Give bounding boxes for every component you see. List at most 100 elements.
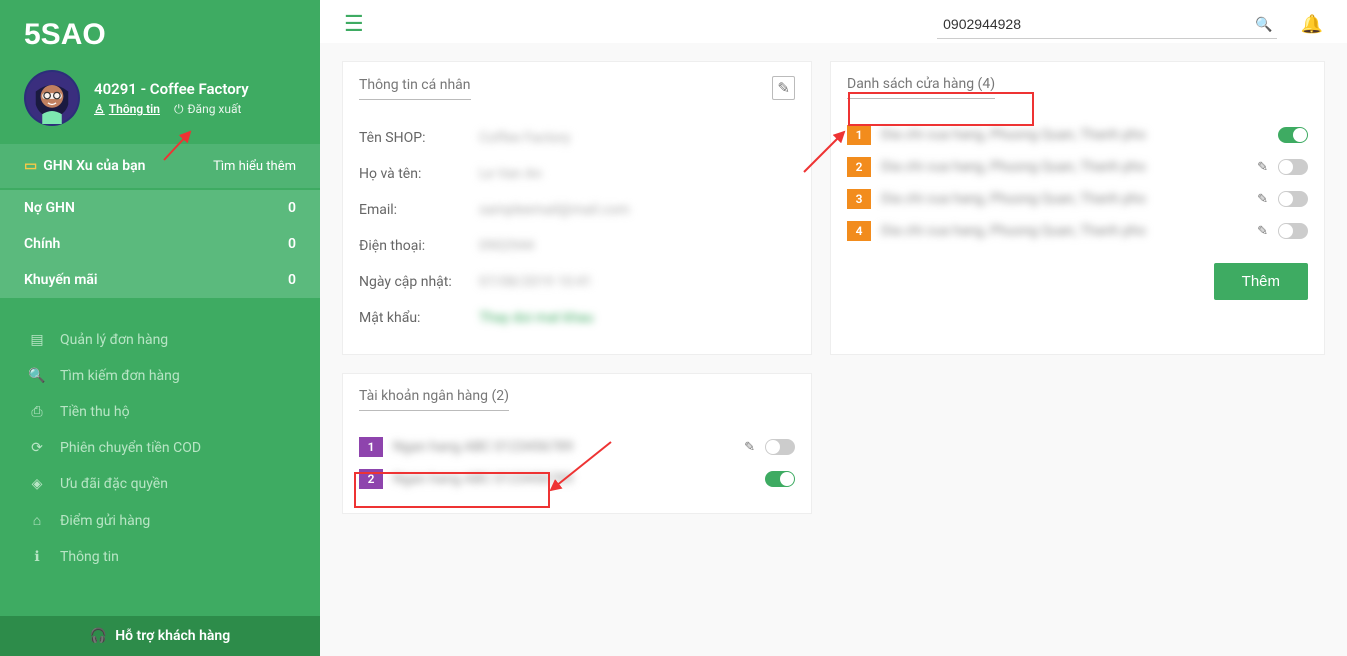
balance-title: ▭GHN Xu của bạn (24, 158, 145, 174)
store-badge: 1 (847, 125, 871, 145)
nav-item-label: Quản lý đơn hàng (60, 332, 168, 348)
store-text: Dia chi cua hang, Phuong Quan, Thanh pho (881, 223, 1247, 239)
balance-header: ▭GHN Xu của bạn Tìm hiểu thêm (0, 144, 320, 188)
topbar: ☰ 🔍 🔔 (320, 0, 1347, 43)
edit-icon[interactable]: ✎ (1257, 160, 1268, 175)
refresh-icon: ⟳ (28, 440, 46, 456)
profile-title: 40291 - Coffee Factory (94, 80, 296, 98)
edit-icon[interactable]: ✎ (744, 440, 755, 455)
val-shop: Coffee Factory (479, 130, 570, 146)
balance-row: Nợ GHN0 (0, 190, 320, 226)
bell-icon[interactable]: 🔔 (1301, 14, 1323, 35)
search-icon[interactable]: 🔍 (1255, 17, 1272, 33)
label-updated: Ngày cập nhật: (359, 274, 479, 290)
add-store-button[interactable]: Thêm (1214, 263, 1308, 300)
balance-row-value: 0 (288, 272, 296, 288)
card-personal: Thông tin cá nhân ✎ Tên SHOP:Coffee Fact… (342, 61, 812, 355)
card-title-personal: Thông tin cá nhân (359, 77, 471, 100)
support-button[interactable]: 🎧 Hỗ trợ khách hàng (0, 616, 320, 656)
store-badge: 3 (847, 189, 871, 209)
label-password: Mật khẩu: (359, 310, 479, 326)
list-icon: ▤ (28, 332, 46, 348)
nav: ▤ Quản lý đơn hàng 🔍 Tìm kiếm đơn hàng ⎙ Tiền… (0, 298, 320, 616)
profile-block: 40291 - Coffee Factory ♙Thông tin ⏻Đăng … (0, 60, 320, 144)
home-icon: ⌂ (28, 512, 46, 529)
info-icon: ℹ (28, 549, 46, 565)
search-icon: 🔍 (28, 368, 46, 384)
nav-item-label: Phiên chuyển tiền COD (60, 440, 201, 456)
logo: 5SAO (0, 0, 320, 60)
val-phone: 0902944 (479, 238, 534, 254)
label-name: Họ và tên: (359, 166, 479, 182)
link-logout[interactable]: ⏻Đăng xuất (174, 102, 241, 117)
store-badge: 4 (847, 221, 871, 241)
toggle[interactable] (765, 439, 795, 455)
toggle[interactable] (1278, 191, 1308, 207)
nav-item-label: Tìm kiếm đơn hàng (60, 368, 180, 384)
sidebar: 5SAO 40291 - Coffee Factory ♙Thông tin ⏻… (0, 0, 320, 656)
store-row: 2 Dia chi cua hang, Phuong Quan, Thanh p… (847, 151, 1308, 183)
bank-row: 2 Ngan hang ABC 0123456789 (359, 463, 795, 495)
balance-row: Chính 0 (0, 226, 320, 262)
bank-badge: 2 (359, 469, 383, 489)
learn-more-link[interactable]: Tìm hiểu thêm (213, 159, 296, 174)
card-banks: Tài khoản ngân hàng (2) 1 Ngan hang ABC … (342, 373, 812, 514)
label-email: Email: (359, 202, 479, 218)
headset-icon: 🎧 (90, 628, 107, 644)
bank-text: Ngan hang ABC 0123456789 (393, 439, 734, 455)
menu-toggle-icon[interactable]: ☰ (344, 14, 364, 36)
card-stores: Danh sách cửa hàng (4) 1 Dia chi cua han… (830, 61, 1325, 355)
edit-icon[interactable]: ✎ (1257, 192, 1268, 207)
card-title-banks: Tài khoản ngân hàng (2) (359, 388, 509, 411)
nav-item-label: Thông tin (60, 549, 119, 565)
nav-item-label: Tiền thu hộ (60, 404, 130, 420)
nav-item-label: Ưu đãi đặc quyền (60, 476, 168, 492)
nav-item[interactable]: 🔍 Tìm kiếm đơn hàng (0, 358, 320, 394)
val-updated: 07/08/2019 10:41 (479, 274, 592, 290)
nav-item[interactable]: ⌂ Điểm gửi hàng (0, 502, 320, 539)
store-row: 3 Dia chi cua hang, Phuong Quan, Thanh p… (847, 183, 1308, 215)
balance-rows: Nợ GHN0 Chính 0 Khuyến mãi 0 (0, 188, 320, 298)
balance-row-label: Chính (24, 236, 60, 252)
card-title-stores: Danh sách cửa hàng (4) (847, 76, 995, 99)
balance-row: Khuyến mãi 0 (0, 262, 320, 298)
avatar (24, 70, 80, 126)
bank-row: 1 Ngan hang ABC 0123456789 ✎ (359, 431, 795, 463)
nav-item[interactable]: ⟳ Phiên chuyển tiền COD (0, 430, 320, 466)
bank-text: Ngan hang ABC 0123456789 (393, 471, 755, 487)
nav-item[interactable]: ◈ Ưu đãi đặc quyền (0, 466, 320, 502)
store-row: 1 Dia chi cua hang, Phuong Quan, Thanh p… (847, 119, 1308, 151)
main: ☰ 🔍 🔔 Thông tin cá nhân ✎ Tên SHOP:Coffe… (320, 0, 1347, 656)
search-input[interactable] (937, 10, 1277, 39)
toggle[interactable] (1278, 159, 1308, 175)
power-icon: ⏻ (174, 102, 184, 117)
store-badge: 2 (847, 157, 871, 177)
label-shop: Tên SHOP: (359, 130, 479, 146)
label-phone: Điện thoại: (359, 238, 479, 254)
val-email: sampleemail@mail.com (479, 202, 630, 218)
user-icon: ♙ (94, 102, 105, 116)
toggle[interactable] (1278, 127, 1308, 143)
balance-row-label: Khuyến mãi (24, 272, 98, 288)
edit-personal-icon[interactable]: ✎ (772, 76, 795, 100)
balance-row-value: 0 (288, 236, 296, 252)
bank-badge: 1 (359, 437, 383, 457)
money-icon: ⎙ (28, 404, 46, 420)
store-text: Dia chi cua hang, Phuong Quan, Thanh pho (881, 159, 1247, 175)
toggle[interactable] (1278, 223, 1308, 239)
val-name: Le Van An (479, 166, 542, 182)
store-text: Dia chi cua hang, Phuong Quan, Thanh pho (881, 191, 1247, 207)
link-info[interactable]: ♙Thông tin (94, 102, 160, 116)
nav-item[interactable]: ℹ Thông tin (0, 539, 320, 575)
nav-item[interactable]: ▤ Quản lý đơn hàng (0, 322, 320, 358)
toggle[interactable] (765, 471, 795, 487)
edit-icon[interactable]: ✎ (1257, 224, 1268, 239)
nav-item-label: Điểm gửi hàng (60, 513, 150, 529)
store-row: 4 Dia chi cua hang, Phuong Quan, Thanh p… (847, 215, 1308, 247)
diamond-icon: ◈ (28, 476, 46, 492)
card-icon: ▭ (24, 158, 37, 174)
nav-item[interactable]: ⎙ Tiền thu hộ (0, 394, 320, 430)
store-text: Dia chi cua hang, Phuong Quan, Thanh pho (881, 127, 1268, 143)
val-password[interactable]: Thay doi mat khau (479, 310, 594, 326)
balance-row-label: Nợ GHN (24, 200, 75, 216)
